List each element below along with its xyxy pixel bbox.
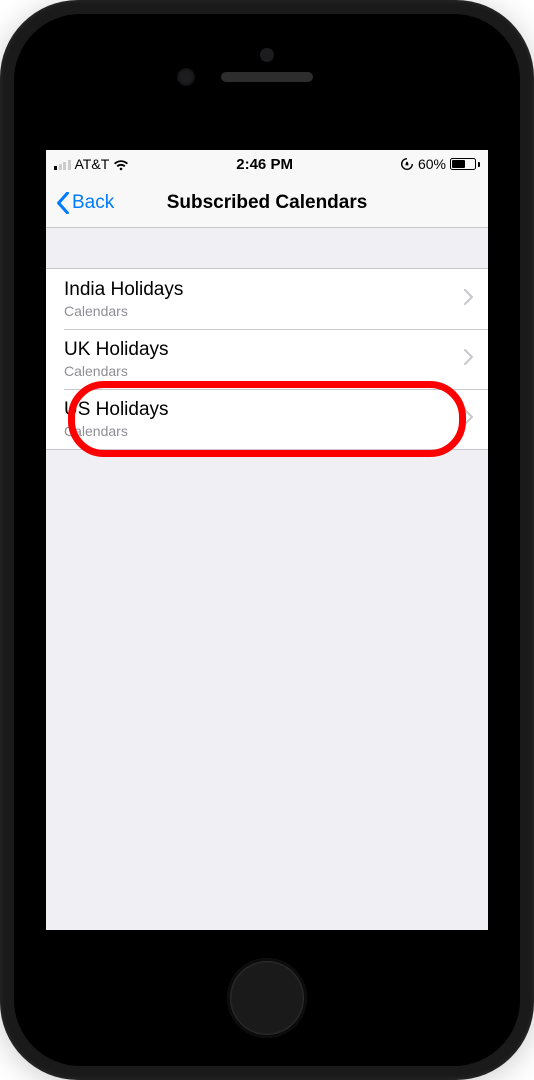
battery-icon [450, 158, 480, 170]
row-subtitle: Calendars [64, 363, 464, 379]
calendar-row[interactable]: India Holidays Calendars [46, 269, 488, 329]
row-title: India Holidays [64, 279, 464, 301]
status-bar: AT&T 2:46 PM 60% [46, 150, 488, 178]
orientation-lock-icon [400, 157, 414, 171]
proximity-sensor [260, 48, 274, 62]
nav-bar: Back Subscribed Calendars [46, 178, 488, 228]
home-button[interactable] [227, 958, 307, 1038]
row-title: US Holidays [64, 399, 464, 421]
screen: AT&T 2:46 PM 60% [46, 150, 488, 930]
row-subtitle: Calendars [64, 303, 464, 319]
front-camera [177, 68, 195, 86]
signal-strength-icon [54, 158, 71, 170]
back-label: Back [72, 192, 114, 214]
chevron-right-icon [464, 289, 474, 310]
battery-percentage: 60% [418, 156, 446, 172]
back-button[interactable]: Back [56, 192, 114, 214]
status-time: 2:46 PM [236, 156, 293, 173]
carrier-label: AT&T [75, 156, 110, 172]
row-title: UK Holidays [64, 339, 464, 361]
chevron-left-icon [56, 192, 70, 214]
calendar-list: India Holidays Calendars UK Holidays Cal… [46, 268, 488, 450]
chevron-right-icon [464, 409, 474, 430]
row-subtitle: Calendars [64, 423, 464, 439]
chevron-right-icon [464, 349, 474, 370]
wifi-icon [113, 158, 129, 170]
earpiece-speaker [221, 72, 313, 82]
calendar-row[interactable]: US Holidays Calendars [46, 389, 488, 449]
calendar-row[interactable]: UK Holidays Calendars [46, 329, 488, 389]
phone-frame: AT&T 2:46 PM 60% [0, 0, 534, 1080]
